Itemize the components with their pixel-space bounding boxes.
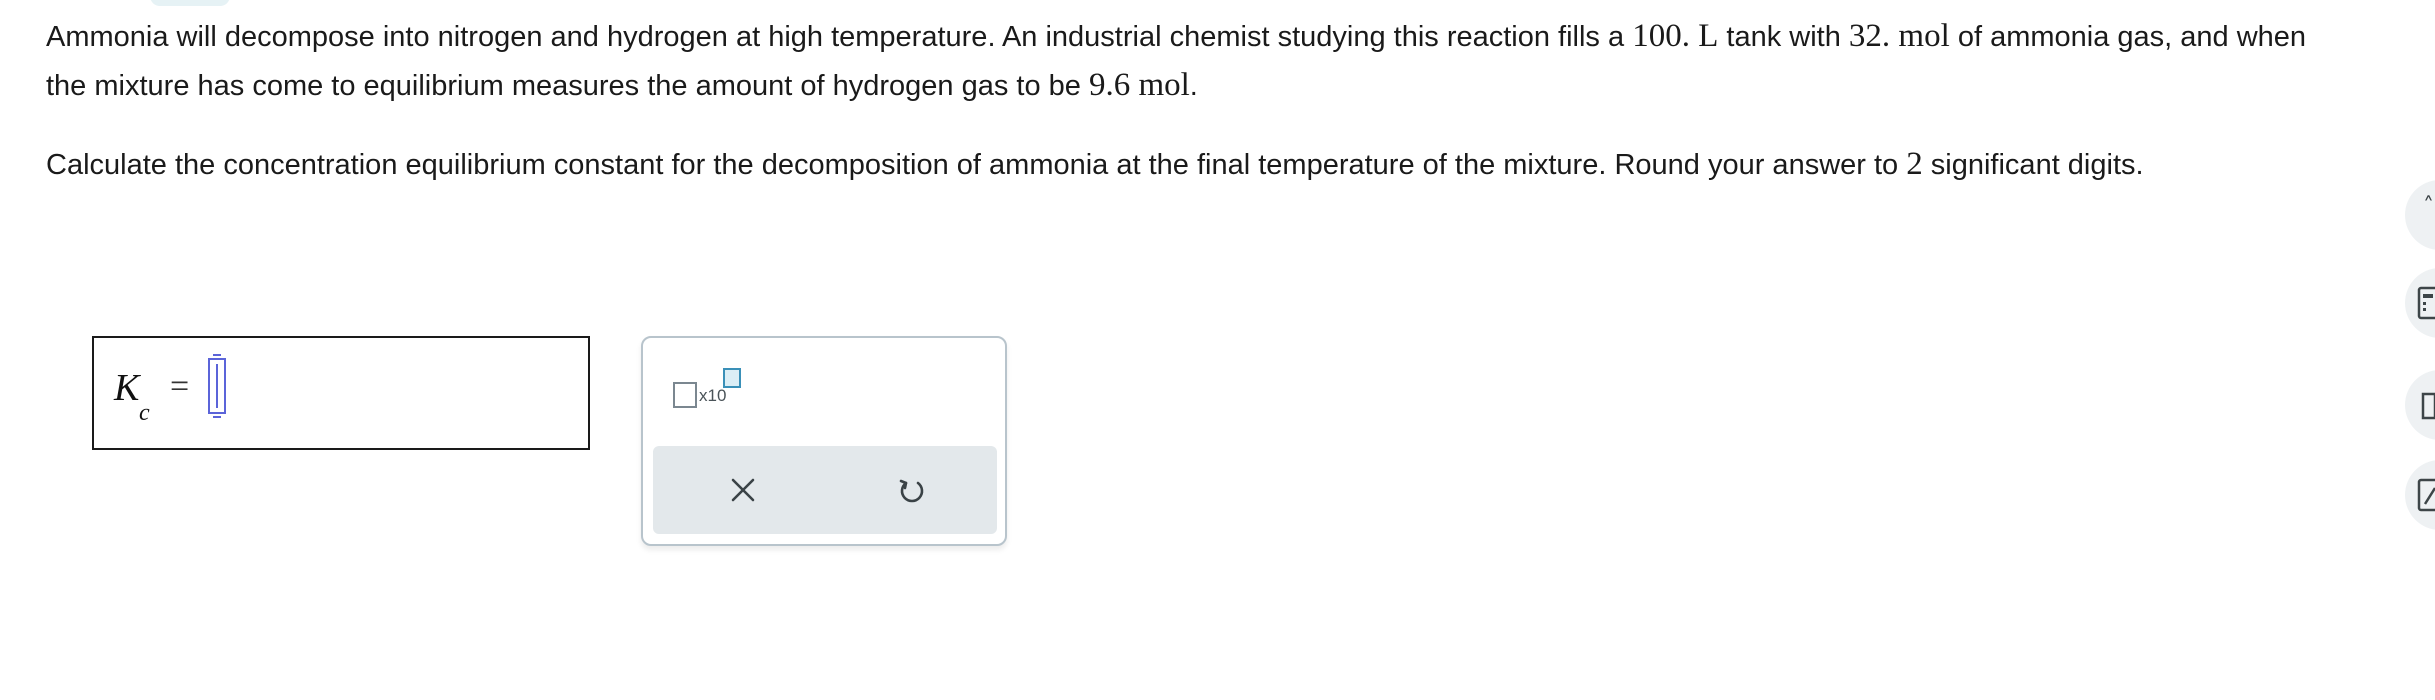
calculator-button[interactable] <box>2405 268 2435 338</box>
question-text-segment: Ammonia will decompose into nitrogen and… <box>46 21 1633 53</box>
question-text-segment: tank with <box>1718 21 1849 53</box>
action-bar <box>653 446 997 534</box>
scientific-notation-button[interactable]: x10 <box>673 368 743 418</box>
tank-volume: 100. L <box>1632 18 1719 54</box>
ammonia-moles: 32. mol <box>1848 18 1950 54</box>
exponent-box-icon <box>723 368 741 388</box>
times-ten-label: x10 <box>699 386 727 405</box>
undo-icon <box>899 479 924 503</box>
collapse-button[interactable]: ˄ <box>2405 180 2435 250</box>
question-text: Ammonia will decompose into nitrogen and… <box>46 12 2326 185</box>
notepad-button[interactable] <box>2405 460 2435 530</box>
kc-label: K <box>114 367 140 409</box>
page: Ammonia will decompose into nitrogen and… <box>0 0 2435 700</box>
input-cursor-top <box>213 354 221 356</box>
question-paragraph-1: Ammonia will decompose into nitrogen and… <box>46 12 2326 110</box>
answer-input[interactable] <box>208 354 226 418</box>
input-cursor-bottom <box>213 416 221 418</box>
text-cursor <box>216 364 218 408</box>
hydrogen-moles: 9.6 mol <box>1088 67 1190 103</box>
close-icon <box>731 478 755 502</box>
equals-sign: = <box>170 368 190 405</box>
calculator-icon <box>2417 286 2435 320</box>
right-toolbar: ˄ <box>2405 0 2435 700</box>
chevron-up-icon: ˄ <box>2423 194 2434 219</box>
math-tools-panel: x10 <box>641 336 1007 546</box>
top-tab-hint <box>150 0 230 6</box>
kc-subscript: c <box>139 400 150 426</box>
question-text-segment: . <box>1189 70 1198 102</box>
question-text-segment: Calculate the concentration equilibrium … <box>46 149 1907 181</box>
significant-digits: 2 <box>1906 146 1923 182</box>
edit-icon <box>2417 478 2435 512</box>
periodic-table-icon <box>2421 392 2435 420</box>
question-text-segment: significant digits. <box>1922 149 2144 181</box>
periodic-table-button[interactable] <box>2405 370 2435 440</box>
answer-box: K c = <box>92 336 590 450</box>
question-paragraph-2: Calculate the concentration equilibrium … <box>46 144 2326 185</box>
clear-button[interactable] <box>717 464 769 516</box>
undo-button[interactable] <box>886 464 938 516</box>
mantissa-box-icon <box>673 382 697 408</box>
